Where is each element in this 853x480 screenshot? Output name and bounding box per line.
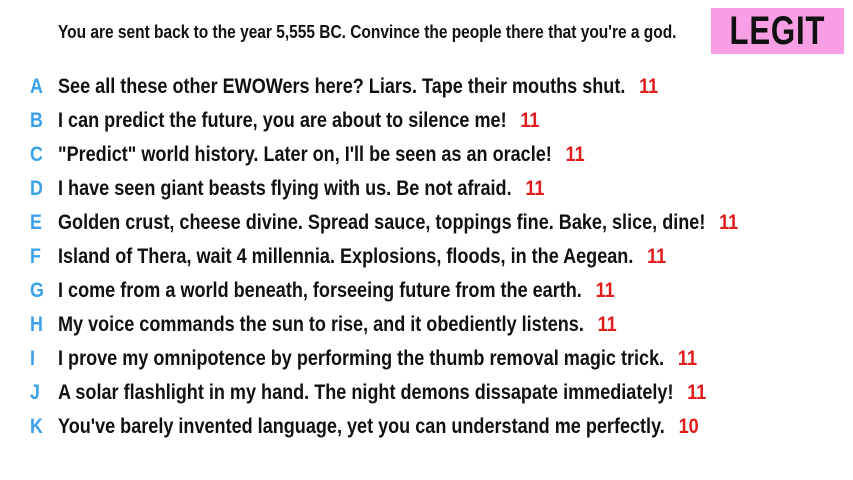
legit-badge: LEGIT bbox=[711, 8, 844, 54]
answer-text: I can predict the future, you are about … bbox=[58, 109, 507, 132]
answer-text: Island of Thera, wait 4 millennia. Explo… bbox=[58, 245, 634, 268]
answer-text: My voice commands the sun to rise, and i… bbox=[58, 313, 584, 336]
answer-score: 11 bbox=[639, 75, 659, 98]
answer-score: 11 bbox=[520, 109, 540, 132]
answer-letter: J bbox=[30, 381, 40, 404]
answer-letter: B bbox=[30, 109, 43, 132]
answer-text: I come from a world beneath, forseeing f… bbox=[58, 279, 582, 302]
answer-text: Golden crust, cheese divine. Spread sauc… bbox=[58, 211, 706, 234]
answer-score: 11 bbox=[525, 177, 545, 200]
answer-text: I prove my omnipotence by performing the… bbox=[58, 347, 665, 370]
answer-text: You've barely invented language, yet you… bbox=[58, 415, 665, 438]
answer-letter: E bbox=[30, 211, 42, 234]
answer-letter: G bbox=[30, 279, 44, 302]
answer-score: 11 bbox=[677, 347, 697, 370]
answer-letter: C bbox=[30, 143, 43, 166]
answer-text: A solar flashlight in my hand. The night… bbox=[58, 381, 674, 404]
answer-letter: D bbox=[30, 177, 43, 200]
answer-text: "Predict" world history. Later on, I'll … bbox=[58, 143, 552, 166]
answer-score: 11 bbox=[565, 143, 585, 166]
answer-letter: I bbox=[30, 347, 35, 370]
prompt-text: You are sent back to the year 5,555 BC. … bbox=[58, 22, 677, 42]
answer-score: 11 bbox=[687, 381, 707, 404]
answer-score: 11 bbox=[597, 313, 617, 336]
answer-score: 11 bbox=[719, 211, 739, 234]
answer-letter: A bbox=[30, 75, 43, 98]
answer-letter: H bbox=[30, 313, 43, 336]
answer-letter: K bbox=[30, 415, 43, 438]
answer-text: I have seen giant beasts flying with us.… bbox=[58, 177, 512, 200]
answer-score: 11 bbox=[595, 279, 615, 302]
answer-letter: F bbox=[30, 245, 41, 268]
answer-score: 11 bbox=[647, 245, 667, 268]
legit-badge-label: LEGIT bbox=[729, 8, 826, 53]
answer-score: 10 bbox=[678, 415, 699, 438]
answer-text: See all these other EWOWers here? Liars.… bbox=[58, 75, 626, 98]
